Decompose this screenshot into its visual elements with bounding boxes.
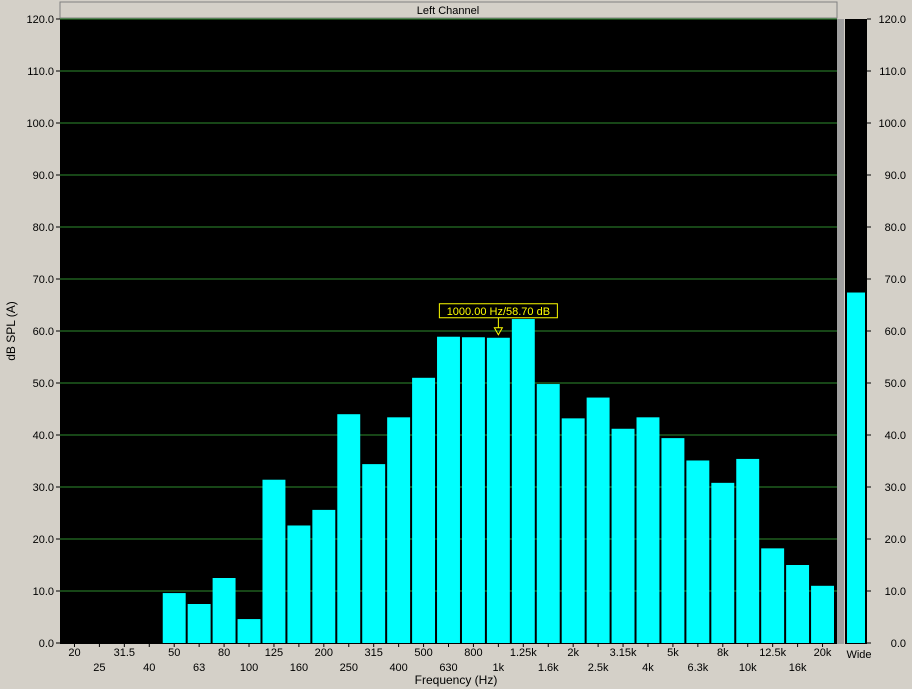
x-tick-label: 16k xyxy=(789,662,807,674)
y-tick-label: 10.0 xyxy=(33,586,54,598)
bar xyxy=(412,377,436,643)
meter-tick-label: 90.0 xyxy=(885,170,906,182)
x-tick-label: 80 xyxy=(218,647,230,659)
meter-tick-label: 0.0 xyxy=(891,638,906,650)
x-tick-label: 40 xyxy=(143,662,155,674)
y-tick-label: 20.0 xyxy=(33,534,54,546)
meter-category-label: Wide xyxy=(846,649,871,661)
bar xyxy=(711,482,735,643)
x-tick-label: 160 xyxy=(290,662,308,674)
annotation-label: 1000.00 Hz/58.70 dB xyxy=(447,306,550,318)
y-tick-label: 120.0 xyxy=(26,14,54,26)
meter-tick-label: 100.0 xyxy=(878,118,906,130)
bar xyxy=(811,585,834,643)
meter-tick-label: 80.0 xyxy=(885,222,906,234)
y-tick-label: 50.0 xyxy=(33,378,54,390)
x-tick-label: 63 xyxy=(193,662,205,674)
bar xyxy=(437,336,460,643)
meter-tick-label: 30.0 xyxy=(885,482,906,494)
y-tick-label: 0.0 xyxy=(39,638,54,650)
bar xyxy=(461,337,485,643)
x-tick-label: 250 xyxy=(340,662,358,674)
bar xyxy=(237,619,261,643)
bar xyxy=(387,417,411,643)
y-tick-label: 80.0 xyxy=(33,222,54,234)
x-tick-label: 50 xyxy=(168,647,180,659)
x-tick-label: 200 xyxy=(315,647,333,659)
y-axis-label: dB SPL (A) xyxy=(4,301,18,361)
x-tick-label: 500 xyxy=(414,647,432,659)
x-tick-label: 315 xyxy=(365,647,383,659)
x-tick-label: 2k xyxy=(567,647,579,659)
x-axis-label: Frequency (Hz) xyxy=(415,673,498,687)
bar xyxy=(212,578,236,643)
y-tick-label: 30.0 xyxy=(33,482,54,494)
bar xyxy=(362,464,386,643)
bar xyxy=(736,458,760,643)
bar xyxy=(536,384,560,643)
bar xyxy=(636,417,660,643)
meter-tick-label: 60.0 xyxy=(885,326,906,338)
x-tick-label: 1.25k xyxy=(510,647,537,659)
spectrum-chart: Left Channel 0.0 10.0 20.0 30.0 40.0 50.0 60.0… xyxy=(4,1,906,687)
y-tick-label: 40.0 xyxy=(33,430,54,442)
x-tick-label: 4k xyxy=(642,662,654,674)
bar xyxy=(586,397,610,643)
meter-tick-label: 70.0 xyxy=(885,274,906,286)
bar xyxy=(511,319,535,643)
bar xyxy=(187,604,211,643)
scrollbar-divider xyxy=(837,19,844,644)
x-tick-label: 20k xyxy=(814,647,832,659)
bar xyxy=(312,509,336,643)
chart-title: Left Channel xyxy=(417,5,479,17)
meter-tick-label: 10.0 xyxy=(885,586,906,598)
bar xyxy=(337,414,361,643)
bar xyxy=(162,593,186,643)
x-tick-label: 800 xyxy=(464,647,482,659)
meter-tick-label: 120.0 xyxy=(878,14,906,26)
y-tick-label: 100.0 xyxy=(26,118,54,130)
x-tick-label: 5k xyxy=(667,647,679,659)
bar xyxy=(611,428,635,643)
bar xyxy=(262,479,286,643)
meter-tick-label: 110.0 xyxy=(879,66,906,78)
bar xyxy=(786,565,810,643)
x-tick-label: 25 xyxy=(93,662,105,674)
meter-bar xyxy=(847,292,865,643)
bar xyxy=(561,418,585,643)
x-tick-label: 1.6k xyxy=(538,662,559,674)
bar xyxy=(661,438,685,643)
x-tick-label: 6.3k xyxy=(687,662,708,674)
x-tick-label: 12.5k xyxy=(759,647,786,659)
bar xyxy=(486,337,510,643)
meter-tick-label: 50.0 xyxy=(885,378,906,390)
x-tick-label: 20 xyxy=(68,647,80,659)
y-tick-label: 110.0 xyxy=(27,66,54,78)
meter-tick-label: 20.0 xyxy=(885,534,906,546)
bar xyxy=(761,548,785,643)
y-tick-label: 90.0 xyxy=(33,170,54,182)
x-tick-label: 125 xyxy=(265,647,283,659)
bar xyxy=(686,460,710,643)
bar xyxy=(287,525,311,643)
x-tick-label: 400 xyxy=(389,662,407,674)
y-tick-label: 70.0 xyxy=(33,274,54,286)
spectrum-analyzer-window: Left Channel 0.0 10.0 20.0 30.0 40.0 50.0 60.0… xyxy=(0,0,912,689)
x-tick-label: 8k xyxy=(717,647,729,659)
x-tick-label: 3.15k xyxy=(610,647,637,659)
meter-tick-label: 40.0 xyxy=(885,430,906,442)
x-tick-label: 100 xyxy=(240,662,258,674)
y-tick-label: 60.0 xyxy=(33,326,54,338)
x-tick-label: 31.5 xyxy=(114,647,135,659)
x-tick-label: 10k xyxy=(739,662,757,674)
x-tick-label: 2.5k xyxy=(588,662,609,674)
